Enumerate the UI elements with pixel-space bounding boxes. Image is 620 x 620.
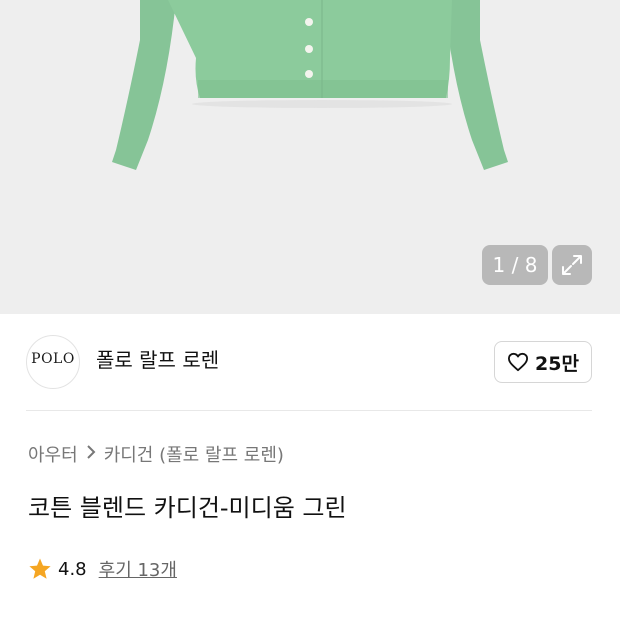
rating: 4.8 후기 13개: [28, 556, 177, 582]
breadcrumb-subcategory[interactable]: 카디건 (폴로 랄프 로렌): [104, 441, 284, 467]
like-button[interactable]: 25만: [494, 341, 592, 383]
like-count: 25만: [535, 352, 579, 375]
logo-subtext: [38, 368, 68, 372]
expand-button[interactable]: [552, 245, 592, 285]
product-title: 코튼 블렌드 카디건-미디움 그린: [28, 494, 347, 522]
heart-icon: [508, 352, 529, 372]
reviews-link[interactable]: 후기 13개: [99, 556, 177, 582]
brand-row: POLO 폴로 랄프 로렌 25만: [0, 314, 620, 410]
expand-icon: [562, 255, 582, 275]
divider: [26, 410, 592, 411]
image-counter: 1 / 8: [482, 245, 548, 285]
product-image-gallery[interactable]: 1 / 8: [0, 0, 620, 314]
chevron-right-icon: [86, 445, 96, 463]
logo-text: POLO: [31, 351, 75, 367]
brand-logo[interactable]: POLO: [26, 335, 80, 389]
breadcrumb: 아우터 카디건 (폴로 랄프 로렌): [28, 441, 284, 467]
rating-score: 4.8: [58, 558, 87, 580]
brand-name[interactable]: 폴로 랄프 로렌: [96, 344, 219, 373]
breadcrumb-category[interactable]: 아우터: [28, 441, 78, 467]
star-icon: [29, 558, 51, 579]
